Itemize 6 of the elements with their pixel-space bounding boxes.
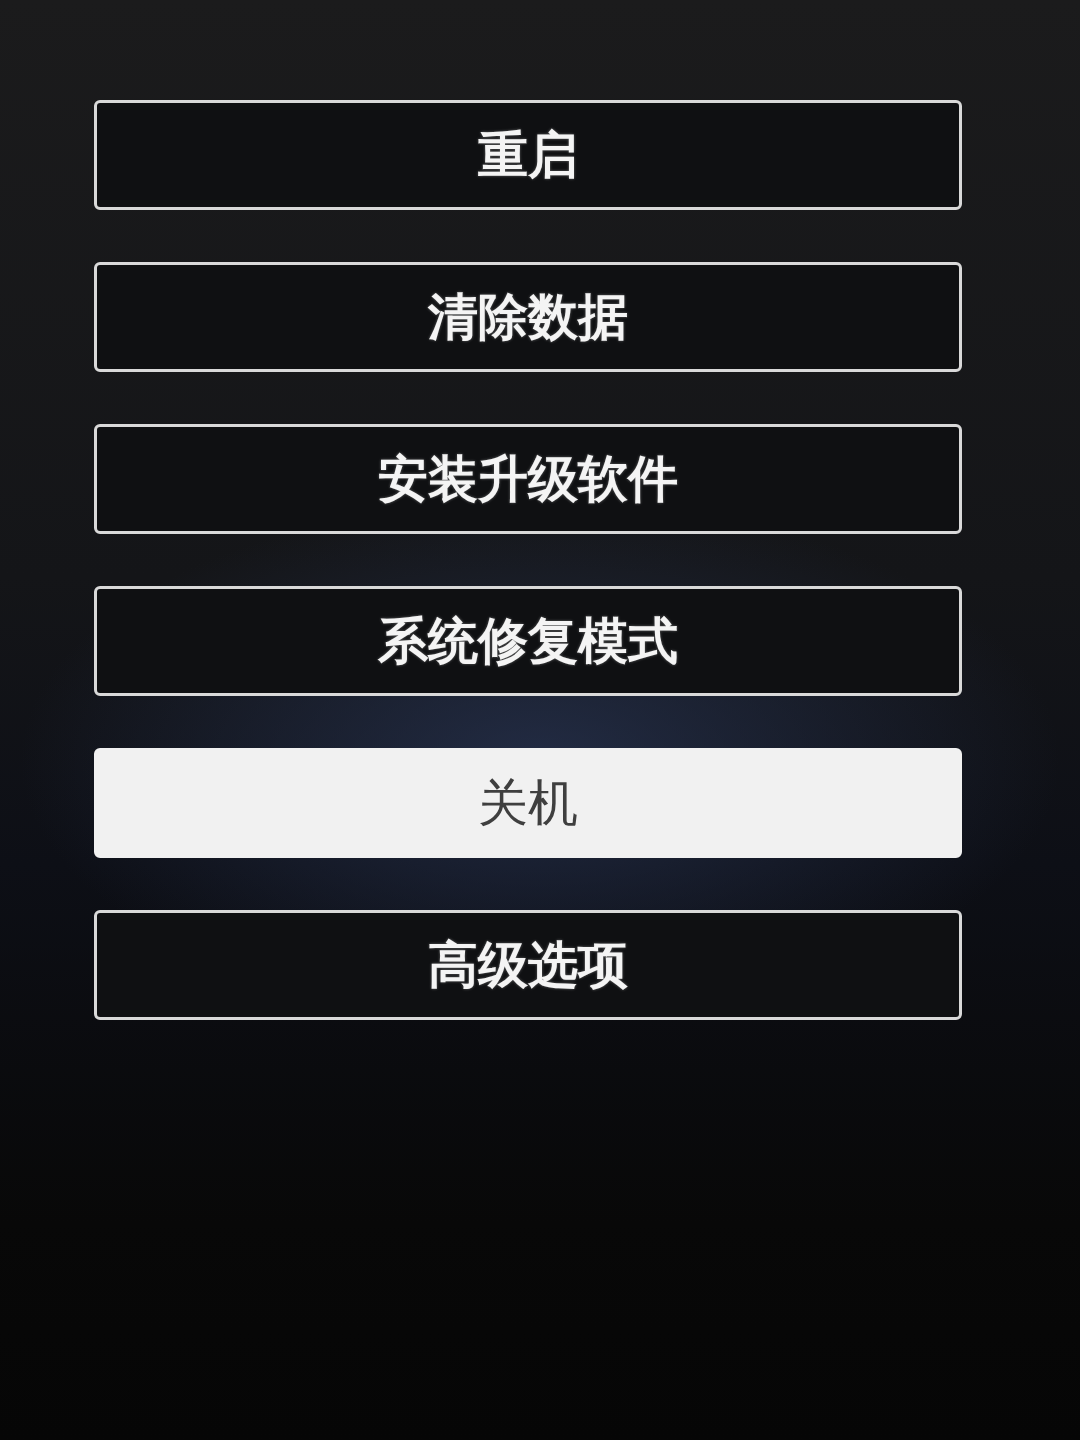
menu-item[interactable]: 高级选项 (94, 910, 962, 1020)
menu-item[interactable]: 重启 (94, 100, 962, 210)
menu-item[interactable]: 关机 (94, 748, 962, 858)
menu-item[interactable]: 安装升级软件 (94, 424, 962, 534)
menu-item[interactable]: 系统修复模式 (94, 586, 962, 696)
menu-item[interactable]: 清除数据 (94, 262, 962, 372)
